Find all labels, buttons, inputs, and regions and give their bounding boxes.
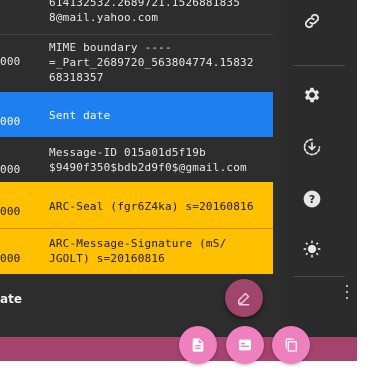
divider: [293, 65, 345, 66]
document-button[interactable]: [179, 326, 217, 364]
row-text: ARC-Seal (fgr6Z4ka) s=20160816: [49, 200, 254, 213]
download-circle-icon[interactable]: [299, 134, 325, 160]
list-item[interactable]: 000 Message-ID 015a01d5f19b $9490f350$bd…: [0, 138, 273, 181]
draw-icon: [238, 292, 250, 306]
list-item-label[interactable]: ate: [0, 292, 22, 306]
copy-icon: [285, 338, 297, 352]
row-time: 000: [0, 115, 21, 128]
row-text: 614132532.2689721.1526881835 8@mail.yaho…: [49, 0, 241, 24]
link-icon[interactable]: [299, 8, 325, 34]
sidebar-toolbar: ?: [287, 0, 357, 337]
list-item-selected[interactable]: 000 Sent date: [0, 92, 273, 137]
copy-button[interactable]: [272, 326, 310, 364]
list-item[interactable]: 614132532.2689721.1526881835 8@mail.yaho…: [0, 0, 273, 34]
more-options-icon[interactable]: [345, 285, 349, 299]
window-edge: [357, 0, 367, 374]
row-text: ARC-Message-Signature (mS/ JGOLT) s=2016…: [49, 237, 227, 265]
row-time: 000: [0, 55, 21, 68]
list-item-highlighted[interactable]: 000 ARC-Seal (fgr6Z4ka) s=20160816: [0, 182, 273, 228]
draw-button[interactable]: [225, 279, 263, 317]
list-item[interactable]: 000 MIME boundary ---- =_Part_2689720_56…: [0, 35, 273, 91]
row-time: 000: [0, 252, 21, 265]
gear-icon[interactable]: [299, 82, 325, 108]
divider: [293, 276, 345, 277]
row-text: Message-ID 015a01d5f19b $9490f350$bdb2d9…: [49, 146, 247, 174]
brightness-icon[interactable]: [299, 236, 325, 262]
row-time: 000: [0, 205, 21, 218]
card-icon: [239, 339, 251, 351]
row-text: MIME boundary ---- =_Part_2689720_563804…: [49, 41, 254, 84]
card-button[interactable]: [226, 326, 264, 364]
row-time: 000: [0, 163, 21, 176]
list-item-highlighted[interactable]: 000 ARC-Message-Signature (mS/ JGOLT) s=…: [0, 229, 273, 274]
file-document-icon: [192, 338, 204, 352]
svg-text:?: ?: [309, 193, 315, 206]
row-text: Sent date: [49, 109, 111, 122]
app-window: 614132532.2689721.1526881835 8@mail.yaho…: [0, 0, 367, 374]
help-icon[interactable]: ?: [299, 186, 325, 212]
